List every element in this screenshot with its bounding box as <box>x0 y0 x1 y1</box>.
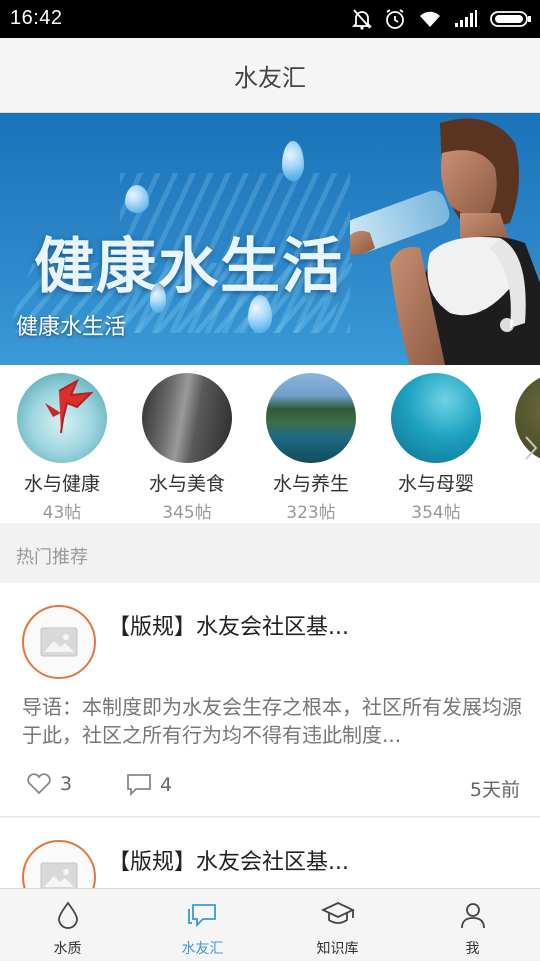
like-count: 3 <box>60 773 73 795</box>
signal-icon <box>455 10 477 27</box>
tab-label: 水友汇 <box>181 941 224 957</box>
wifi-icon <box>420 11 440 27</box>
like-button[interactable]: 3 <box>26 773 72 795</box>
category-name: 水与健康 <box>23 473 100 495</box>
banner-caption: 健康水生活 <box>16 315 127 340</box>
category-count: 354帖 <box>411 503 461 523</box>
category-name: 水与美食 <box>148 473 225 495</box>
tab-label: 知识库 <box>316 941 359 957</box>
tab-knowledge-base[interactable]: 知识库 <box>270 889 405 961</box>
category-count: 345帖 <box>162 503 212 523</box>
image-placeholder-icon <box>40 627 78 657</box>
post-card[interactable]: 【版规】水友会社区基... <box>0 818 540 914</box>
category-item-food[interactable]: 水与美食 345帖 <box>137 373 237 523</box>
category-image <box>142 373 232 463</box>
comment-button[interactable]: 4 <box>126 773 172 797</box>
tab-water-friends[interactable]: 水友汇 <box>135 889 270 961</box>
chevron-right-icon[interactable] <box>524 435 538 461</box>
post-title[interactable]: 【版规】水友会社区基... <box>108 844 349 876</box>
category-strip[interactable]: 水与健康 43帖 水与美食 345帖 水与养生 323帖 水与母婴 354帖 水 <box>0 365 540 523</box>
status-time: 16:42 <box>10 7 63 29</box>
comment-count: 4 <box>160 774 173 796</box>
category-item-health[interactable]: 水与健康 43帖 <box>12 373 112 523</box>
category-name: 水与母婴 <box>397 473 474 495</box>
category-item-wellness[interactable]: 水与养生 323帖 <box>261 373 361 523</box>
bottom-tab-bar: 水质 水友汇 知识库 我 <box>0 888 540 960</box>
post-meta: 3 4 5天前 <box>22 773 520 801</box>
battery-icon <box>490 11 531 27</box>
graduation-cap-icon <box>320 902 355 924</box>
status-icons <box>352 6 532 32</box>
category-image <box>391 373 481 463</box>
tab-label: 水质 <box>53 941 82 957</box>
water-drop-decoration <box>282 141 304 181</box>
page-title: 水友汇 <box>234 63 306 92</box>
app-header: 水友汇 <box>0 38 540 113</box>
water-drop-decoration <box>125 185 149 213</box>
category-name: 水与养生 <box>272 473 349 495</box>
category-image <box>17 373 107 463</box>
section-header: 热门推荐 <box>0 523 540 583</box>
red-leaf-icon <box>45 378 94 434</box>
category-count: 323帖 <box>286 503 336 523</box>
heart-icon <box>27 773 51 795</box>
comment-icon <box>127 774 151 797</box>
category-item-mother-baby[interactable]: 水与母婴 354帖 <box>386 373 486 523</box>
banner-carousel[interactable]: 健康水生活 健康水生活 <box>0 113 540 365</box>
water-drop-icon <box>57 901 78 929</box>
tab-label: 我 <box>465 941 480 957</box>
category-name: 水 <box>510 469 540 496</box>
post-excerpt: 导语：本制度即为水友会生存之根本，社区所有发展均源于此，社区之所有行为均不得有违… <box>22 695 522 747</box>
category-count: 43帖 <box>42 503 82 523</box>
chat-icon <box>187 904 216 928</box>
post-card[interactable]: 【版规】水友会社区基... 导语：本制度即为水友会生存之根本，社区所有发展均源于… <box>0 583 540 817</box>
mute-bell-icon <box>352 9 372 30</box>
post-title[interactable]: 【版规】水友会社区基... <box>108 609 349 641</box>
tab-me[interactable]: 我 <box>405 889 540 961</box>
tab-water-quality[interactable]: 水质 <box>0 889 135 961</box>
banner-headline: 健康水生活 <box>34 232 344 302</box>
section-title: 热门推荐 <box>16 547 88 568</box>
post-time: 5天前 <box>469 779 520 801</box>
person-icon <box>460 903 485 929</box>
status-bar: 16:42 <box>0 0 540 38</box>
avatar[interactable] <box>22 605 96 679</box>
alarm-icon <box>386 9 404 29</box>
category-image <box>266 373 356 463</box>
carousel-indicator-dot[interactable] <box>500 318 514 332</box>
